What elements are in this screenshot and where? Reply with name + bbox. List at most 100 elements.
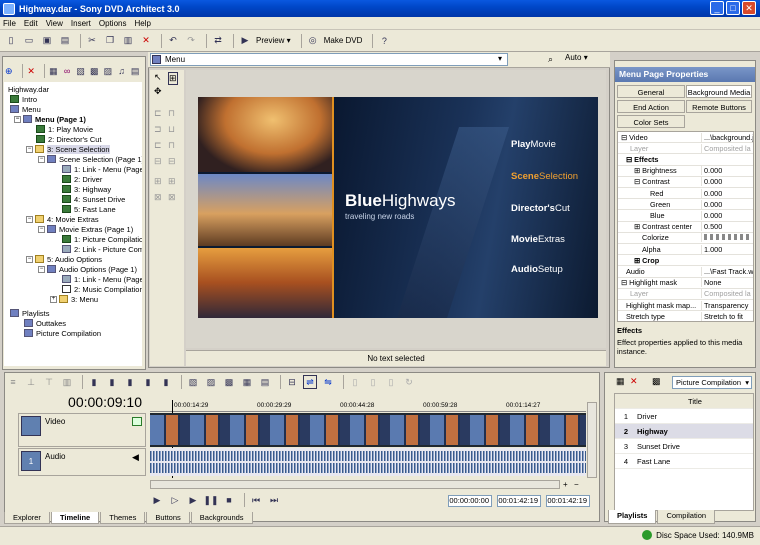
save-icon[interactable]: ▣: [40, 34, 54, 48]
same-width-icon[interactable]: ⊠: [154, 192, 162, 203]
same-height-icon[interactable]: ⊠: [168, 192, 176, 203]
go-to-start-icon[interactable]: ⏮: [249, 493, 263, 507]
insert-picture-icon[interactable]: ▦: [240, 375, 254, 389]
prop-stretch-type[interactable]: Stretch type Stretch to fit: [618, 311, 753, 321]
subtitle-icon[interactable]: ▮: [123, 375, 137, 389]
tab-end-action[interactable]: End Action: [617, 100, 685, 113]
selection-start-field[interactable]: 00:00:00:00: [448, 495, 492, 507]
add-playlist-icon[interactable]: ▦: [616, 376, 625, 387]
add-link-icon[interactable]: ∞: [62, 64, 72, 78]
menu-help[interactable]: Help: [134, 19, 150, 28]
tree-node-scene-page1[interactable]: − Scene Selection (Page 1): [38, 154, 142, 164]
stage-button-directors-cut[interactable]: Director'sCut: [511, 203, 570, 214]
tab-themes[interactable]: Themes: [100, 512, 146, 524]
insert-video-icon[interactable]: ▧: [186, 375, 200, 389]
play-icon[interactable]: ▶: [186, 493, 200, 507]
tree-node-playlists[interactable]: Playlists: [10, 308, 50, 318]
zoom-select[interactable]: Auto ▾: [565, 53, 588, 62]
selection-end-field[interactable]: 00:01:42:19: [497, 495, 541, 507]
collapse-icon[interactable]: −: [26, 145, 33, 153]
tree-node-picture-comp-playlist[interactable]: Picture Compilation: [24, 328, 101, 338]
remove-playlist-icon[interactable]: ✕: [630, 376, 638, 387]
prop-brightness[interactable]: ⊞ Brightness 0.000: [618, 166, 753, 177]
prop-green[interactable]: Green 0.000: [618, 199, 753, 211]
undo-icon[interactable]: ↶: [166, 34, 180, 48]
prop-contrast[interactable]: ⊟ Contrast 0.000: [618, 177, 753, 188]
center-v-icon[interactable]: ⊞: [168, 176, 176, 187]
pause-icon[interactable]: ❚❚: [203, 493, 218, 507]
table-row[interactable]: 3 Sunset Drive: [615, 439, 753, 454]
timeline-hscrollbar[interactable]: [150, 480, 560, 489]
snap-icon[interactable]: ⊟: [285, 375, 299, 389]
add-title-icon[interactable]: ▧: [76, 64, 86, 78]
expand-icon[interactable]: +: [50, 295, 57, 303]
target-icon[interactable]: ⊕: [4, 64, 14, 78]
paste-icon[interactable]: ▥: [121, 34, 135, 48]
prop-red[interactable]: Red 0.000: [618, 188, 753, 200]
loop-icon[interactable]: ↻: [402, 375, 416, 389]
center-h-icon[interactable]: ⊞: [154, 176, 162, 187]
align-center-icon[interactable]: ⊐: [154, 124, 162, 135]
tree-node-picture-compilation[interactable]: 1: Picture Compilation: [62, 234, 142, 244]
stop-icon[interactable]: ■: [222, 493, 236, 507]
menu-page-select[interactable]: Menu: [150, 53, 508, 66]
tab-background-media[interactable]: Background Media: [686, 85, 752, 98]
space-across-icon[interactable]: ⊟: [154, 156, 162, 167]
prop-alpha[interactable]: Alpha 1.000: [618, 244, 753, 256]
insert-text-icon[interactable]: ▤: [258, 375, 272, 389]
tree-node-audio-options[interactable]: −5: Audio Options: [26, 254, 102, 264]
collapse-icon[interactable]: −: [26, 215, 33, 223]
loop-playback-icon[interactable]: ▶: [150, 493, 164, 507]
video-track-header[interactable]: Video: [18, 413, 146, 447]
cut-region-icon[interactable]: ▯: [348, 375, 362, 389]
table-row[interactable]: 2 Highway: [615, 424, 753, 439]
space-down-icon[interactable]: ⊟: [168, 156, 176, 167]
add-playlist-icon[interactable]: ▤: [130, 64, 140, 78]
tab-remote-buttons[interactable]: Remote Buttons: [686, 100, 752, 113]
copy-icon[interactable]: ❐: [103, 34, 117, 48]
tree-node-intro[interactable]: Intro: [10, 94, 37, 104]
video-track[interactable]: [150, 413, 586, 447]
optimize-icon[interactable]: ⇄: [211, 34, 225, 48]
tab-backgrounds[interactable]: Backgrounds: [190, 512, 253, 524]
collapse-icon[interactable]: −: [38, 265, 45, 273]
tree-node-link-menu-2[interactable]: 1: Link - Menu (Page: [62, 274, 142, 284]
align-left-icon[interactable]: ⊏: [154, 108, 162, 119]
prop-video[interactable]: ⊟ Video ...\background.j: [618, 132, 753, 144]
paste-region-icon[interactable]: ▯: [384, 375, 398, 389]
prop-colorize[interactable]: Colorize: [618, 233, 753, 244]
speaker-icon[interactable]: ◀: [132, 452, 139, 463]
add-picture-icon[interactable]: ▨: [103, 64, 113, 78]
pointer-icon[interactable]: ↖: [154, 72, 162, 83]
ripple-icon[interactable]: ≡: [6, 375, 20, 389]
add-chapter-icon[interactable]: ▮: [105, 375, 119, 389]
lock-icon[interactable]: ▥: [60, 375, 74, 389]
tree-node-movie-extras[interactable]: −4: Movie Extras: [26, 214, 99, 224]
tree-node-highway[interactable]: 3: Highway: [62, 184, 111, 194]
minimize-button[interactable]: _: [710, 1, 724, 15]
collapse-icon[interactable]: −: [38, 225, 45, 233]
make-dvd-button[interactable]: ◎ Make DVD: [306, 34, 363, 48]
tree-node-driver[interactable]: 2: Driver: [62, 174, 102, 184]
go-to-end-icon[interactable]: ⏭: [267, 493, 281, 507]
tree-node-directors-cut[interactable]: 2: Director's Cut: [36, 134, 102, 144]
play-from-start-icon[interactable]: ▷: [168, 493, 182, 507]
open-icon[interactable]: ▭: [22, 34, 36, 48]
menu-edit[interactable]: Edit: [24, 19, 38, 28]
playlist-properties-icon[interactable]: ▩: [652, 376, 661, 387]
auto-ripple-icon[interactable]: ⇌: [303, 375, 317, 389]
collapse-icon[interactable]: −: [26, 255, 33, 263]
prop-effects[interactable]: ⊟ Effects: [618, 154, 753, 166]
menu-insert[interactable]: Insert: [71, 19, 91, 28]
tab-compilation[interactable]: Compilation: [657, 510, 716, 524]
tab-timeline[interactable]: Timeline: [50, 512, 100, 524]
align-middle-icon[interactable]: ⊔: [168, 124, 175, 135]
tree-node-fast-lane[interactable]: 5: Fast Lane: [62, 204, 116, 214]
copy-region-icon[interactable]: ▯: [366, 375, 380, 389]
insert-audio-icon[interactable]: ▨: [204, 375, 218, 389]
menu-file[interactable]: File: [3, 19, 16, 28]
collapse-icon[interactable]: −: [14, 115, 21, 123]
add-menu-icon[interactable]: ▦: [49, 64, 59, 78]
tree-node-scene-selection[interactable]: −3: Scene Selection: [26, 144, 110, 154]
tab-color-sets[interactable]: Color Sets: [617, 115, 685, 128]
